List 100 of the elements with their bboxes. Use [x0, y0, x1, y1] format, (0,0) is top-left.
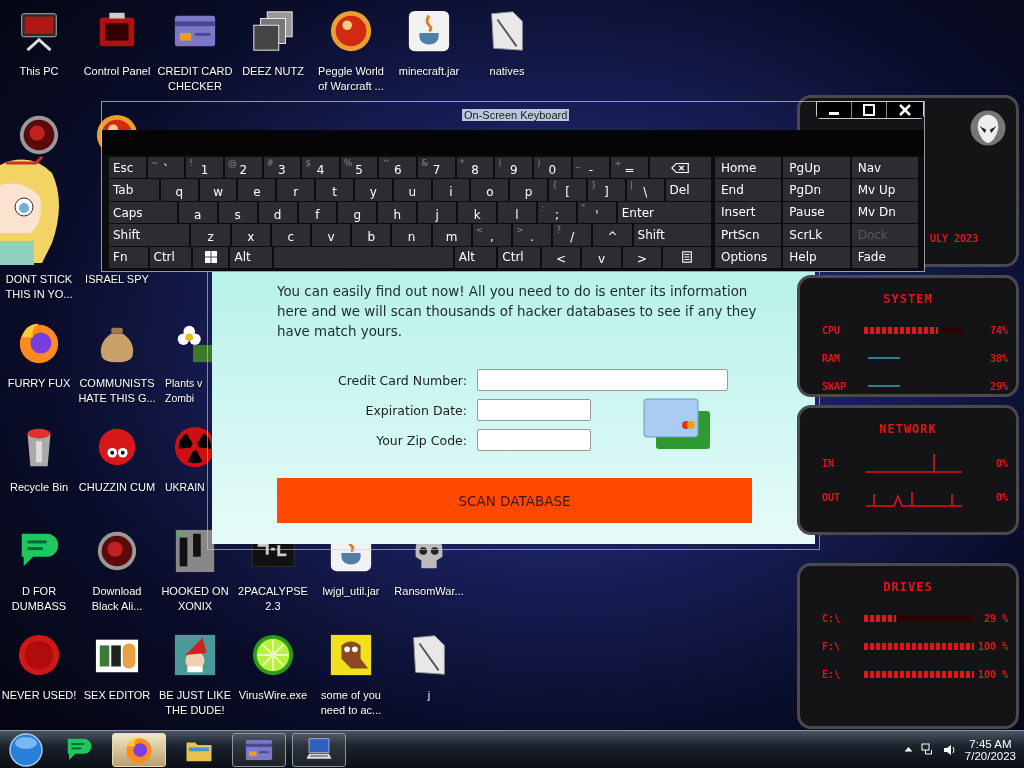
keyboard-key[interactable]: q	[160, 179, 198, 201]
desktop-icon-label[interactable]: natives	[468, 64, 546, 79]
desktop-icon-label[interactable]: Plants v Zombi	[165, 376, 205, 406]
keyboard-key[interactable]: ^	[593, 224, 632, 246]
keyboard-key[interactable]: a	[178, 201, 217, 224]
keyboard-key[interactable]: Caps	[109, 201, 177, 224]
keyboard-key[interactable]: Shift	[109, 224, 190, 246]
keyboard-key[interactable]: Fade	[851, 246, 918, 268]
keyboard-key[interactable]: e	[238, 179, 276, 201]
desktop-icon-label[interactable]: This PC	[0, 64, 78, 79]
keyboard-key[interactable]: Alt	[454, 246, 497, 269]
keyboard-key[interactable]: k	[458, 201, 497, 224]
keyboard-key[interactable]: ( 9	[495, 157, 533, 179]
desktop-icon-label[interactable]: BE JUST LIKE THE DUDE!	[156, 688, 234, 718]
desktop-icon-label[interactable]: CHUZZIN CUM	[78, 480, 156, 495]
desktop-icon-label[interactable]: Peggle World of Warcraft ...	[312, 64, 390, 94]
desktop-icon-label[interactable]: D FOR DUMBASS	[0, 584, 78, 614]
keyboard-key[interactable]: s	[218, 201, 257, 224]
desktop-icon-label[interactable]: some of you need to ac...	[312, 688, 390, 718]
desktop-icon-label[interactable]: Download Black Ali...	[78, 584, 156, 614]
keyboard-key[interactable]: ScrLk	[783, 224, 850, 246]
keyboard-key[interactable]: n	[392, 224, 431, 246]
keyboard-key[interactable]: Ctrl	[149, 246, 192, 269]
keyboard-key[interactable]: r	[277, 179, 315, 201]
desktop-icon-label[interactable]: ISRAEL SPY	[78, 272, 156, 287]
desktop-icon-label[interactable]: NEVER USED!	[0, 688, 78, 703]
keyboard-key[interactable]: b	[352, 224, 391, 246]
keyboard-key[interactable]: Help	[783, 246, 850, 268]
keyboard-key[interactable]: PgDn	[783, 179, 850, 201]
keyboard-key[interactable]: ^ 6	[379, 157, 417, 179]
keyboard-key[interactable]: : ;	[537, 201, 576, 224]
keyboard-key[interactable]: m	[432, 224, 471, 246]
desktop-icon-label[interactable]: DEEZ NUTZ	[234, 64, 312, 79]
keyboard-key[interactable]: < ,	[472, 224, 511, 246]
keyboard-key[interactable]: g	[338, 201, 377, 224]
desktop-icon-label[interactable]: Control Panel	[78, 64, 156, 79]
keyboard-key[interactable]: Nav	[851, 157, 918, 179]
desktop-icon-label[interactable]: HOOKED ON XONIX	[156, 584, 234, 614]
keyboard-key[interactable]: Esc	[109, 157, 146, 179]
keyboard-key[interactable]	[193, 246, 229, 269]
desktop-icon-label[interactable]: 2PACALYPSE 2.3	[234, 584, 312, 614]
desktop-icon-label[interactable]: lwjgl_util.jar	[312, 584, 390, 599]
keyboard-key[interactable]: Options	[715, 246, 782, 268]
keyboard-key[interactable]: Mv Up	[851, 179, 918, 201]
taskbar-button[interactable]	[292, 732, 346, 767]
desktop-icon-label[interactable]: UKRAIN	[165, 480, 205, 495]
keyboard-key[interactable]: & 7	[418, 157, 455, 179]
keyboard-key[interactable]: $ 4	[302, 157, 339, 179]
keyboard-key[interactable]: ? /	[553, 224, 592, 246]
input-field[interactable]	[477, 399, 591, 421]
keyboard-key[interactable]: End	[715, 179, 782, 201]
keyboard-key[interactable]: h	[378, 201, 417, 224]
start-button[interactable]	[6, 731, 46, 768]
keyboard-key[interactable]: } ]	[587, 179, 625, 201]
keyboard-key[interactable]: Pause	[783, 201, 850, 224]
keyboard-key[interactable]: Fn	[109, 246, 148, 269]
desktop-icon-label[interactable]: DONT STICK THIS IN YO...	[0, 272, 78, 302]
desktop-icon-label[interactable]: CREDIT CARD CHECKER	[156, 64, 234, 94]
keyboard-key[interactable]: Ctrl	[498, 246, 540, 269]
keyboard-key[interactable]: >	[622, 246, 662, 269]
desktop-icon-label[interactable]: SEX EDITOR	[78, 688, 156, 703]
keyboard-key[interactable]: i	[432, 179, 470, 201]
keyboard-key[interactable]: o	[471, 179, 509, 201]
keyboard-key[interactable]: { [	[549, 179, 586, 201]
keyboard-key[interactable]: y	[354, 179, 392, 201]
desktop-icon-label[interactable]: COMMUNISTS HATE THIS G...	[78, 376, 156, 406]
keyboard-key[interactable]: % 5	[340, 157, 378, 179]
keyboard-key[interactable]: PrtScn	[715, 224, 782, 246]
keyboard-key[interactable]	[649, 157, 711, 179]
keyboard-key[interactable]: | \	[626, 179, 664, 201]
keyboard-key[interactable]: j	[418, 201, 457, 224]
keyboard-key[interactable]	[663, 246, 712, 269]
desktop-icon-label[interactable]: FURRY FUX	[0, 376, 78, 391]
keyboard-key[interactable]: u	[393, 179, 431, 201]
desktop-icon-label[interactable]: RansomWar...	[390, 584, 468, 599]
desktop-icon-label[interactable]: Recycle Bin	[0, 480, 78, 495]
input-field[interactable]	[477, 369, 728, 391]
desktop-icon-label[interactable]: j	[390, 688, 468, 703]
keyboard-key[interactable]: l	[498, 201, 536, 224]
keyboard-key[interactable]: v	[312, 224, 351, 246]
desktop-icon-label[interactable]: VirusWire.exe	[234, 688, 312, 703]
keyboard-key[interactable]: Home	[715, 157, 782, 179]
keyboard-key[interactable]: d	[258, 201, 297, 224]
keyboard-key[interactable]: p	[510, 179, 548, 201]
keyboard-key[interactable]: w	[199, 179, 237, 201]
keyboard-key[interactable]: + =	[611, 157, 648, 179]
keyboard-key[interactable]: " '	[577, 201, 616, 224]
keyboard-key[interactable]: _ -	[572, 157, 610, 179]
minimize-button[interactable]	[817, 102, 852, 118]
taskbar-button[interactable]	[232, 732, 286, 767]
keyboard-key[interactable]: v	[582, 246, 621, 269]
keyboard-key[interactable]: # 3	[263, 157, 301, 179]
keyboard-key[interactable]: <	[541, 246, 581, 269]
keyboard-key[interactable]: t	[316, 179, 353, 201]
keyboard-key[interactable]: z	[191, 224, 230, 246]
keyboard-key[interactable]: PgUp	[783, 157, 850, 179]
keyboard-key[interactable]: c	[271, 224, 310, 246]
keyboard-key[interactable]: Shift	[633, 224, 711, 246]
keyboard-key[interactable]: Mv Dn	[851, 201, 918, 224]
keyboard-key[interactable]: Alt	[230, 246, 273, 269]
